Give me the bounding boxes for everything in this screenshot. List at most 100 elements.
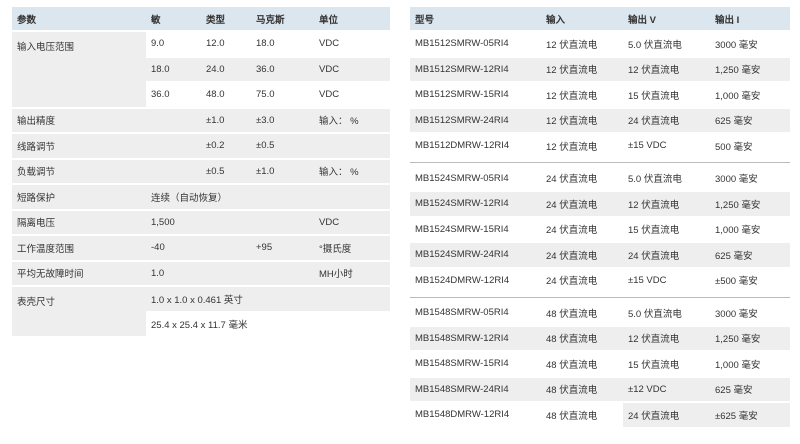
spec-value: 1.0 x 1.0 x 0.461 英寸 [146, 285, 390, 312]
model-number: MB1524SMRW-12RI4 [410, 190, 541, 217]
spec-unit: 输入： % [314, 157, 390, 184]
model-output-voltage: ±12 VDC [623, 375, 710, 402]
model-output-current: 1,000 毫安 [710, 81, 790, 108]
model-output-current: 500 毫安 [710, 132, 790, 159]
model-output-current: 1,250 毫安 [710, 324, 790, 351]
spec-min [146, 157, 201, 184]
group-divider [410, 292, 790, 300]
model-input: 48 伏直流电 [541, 375, 623, 402]
specs-header-parameter: 参数 [12, 7, 146, 31]
model-number: MB1524DMRW-12RI4 [410, 266, 541, 293]
model-row: MB1512DMRW-12RI4 12 伏直流电 ±15 VDC 500 毫安 [410, 132, 790, 159]
spec-min: -40 [146, 234, 201, 261]
model-input: 24 伏直流电 [541, 241, 623, 268]
spec-unit: MH小时 [314, 259, 390, 286]
spec-unit: VDC [314, 81, 390, 108]
model-row: MB1524SMRW-05RI4 24 伏直流电 5.0 伏直流电 3000 毫… [410, 164, 790, 191]
models-header-output-current: 输出 I [710, 7, 790, 31]
spec-max: ±0.5 [251, 132, 314, 159]
spec-row-isolation-voltage: 隔离电压 1,500 VDC [12, 208, 390, 235]
model-output-voltage: 12 伏直流电 [623, 190, 710, 217]
model-output-current: 625 毫安 [710, 241, 790, 268]
spec-value: 连续（自动恢复） [146, 183, 390, 210]
spec-max: 75.0 [251, 81, 314, 108]
model-row: MB1548SMRW-12RI4 48 伏直流电 12 伏直流电 1,250 毫… [410, 324, 790, 351]
spec-max: +95 [251, 234, 314, 261]
model-input: 12 伏直流电 [541, 81, 623, 108]
spec-min: 36.0 [146, 81, 201, 108]
spec-param: 表壳尺寸 [12, 285, 146, 336]
model-row: MB1548SMRW-24RI4 48 伏直流电 ±12 VDC 625 毫安 [410, 375, 790, 402]
model-row: MB1548SMRW-15RI4 48 伏直流电 15 伏直流电 1,000 毫… [410, 350, 790, 377]
model-row: MB1524SMRW-24RI4 24 伏直流电 24 伏直流电 625 毫安 [410, 241, 790, 268]
spec-row-mtbf: 平均无故障时间 1.0 MH小时 [12, 259, 390, 286]
spec-unit [314, 132, 390, 159]
model-input: 12 伏直流电 [541, 132, 623, 159]
model-number: MB1548SMRW-05RI4 [410, 299, 541, 326]
model-number: MB1524SMRW-05RI4 [410, 164, 541, 191]
model-input: 12 伏直流电 [541, 106, 623, 133]
spec-max: 36.0 [251, 55, 314, 82]
model-row: MB1524DMRW-12RI4 24 伏直流电 ±15 VDC ±500 毫安 [410, 266, 790, 293]
spec-row-operating-temperature: 工作温度范围 -40 +95 °摄氏度 [12, 234, 390, 261]
model-output-voltage: 5.0 伏直流电 [623, 299, 710, 326]
model-input: 48 伏直流电 [541, 350, 623, 377]
spec-unit: VDC [314, 55, 390, 82]
model-output-current: 3000 毫安 [710, 299, 790, 326]
models-header-input: 输入 [541, 7, 623, 31]
spec-unit: °摄氏度 [314, 234, 390, 261]
model-row: MB1512SMRW-12RI4 12 伏直流电 12 伏直流电 1,250 毫… [410, 55, 790, 82]
spec-row-case-size: 表壳尺寸 1.0 x 1.0 x 0.461 英寸 [12, 285, 390, 336]
spec-unit: VDC [314, 208, 390, 235]
models-table: 型号 输入 输出 V 输出 I MB1512SMRW-05RI4 12 伏直流电… [410, 7, 790, 427]
model-output-voltage: 5.0 伏直流电 [623, 164, 710, 191]
spec-typ: ±1.0 [201, 106, 251, 133]
model-output-voltage: ±15 VDC [623, 266, 710, 293]
model-output-voltage: 12 伏直流电 [623, 55, 710, 82]
specs-header-unit: 单位 [314, 7, 390, 31]
model-input: 48 伏直流电 [541, 324, 623, 351]
model-output-current: ±625 毫安 [710, 401, 790, 427]
model-number: MB1512DMRW-12RI4 [410, 132, 541, 159]
model-number: MB1524SMRW-24RI4 [410, 241, 541, 268]
model-row: MB1512SMRW-24RI4 12 伏直流电 24 伏直流电 625 毫安 [410, 106, 790, 133]
model-number: MB1548DMRW-12RI4 [410, 401, 541, 427]
spec-min [146, 132, 201, 159]
model-input: 24 伏直流电 [541, 266, 623, 293]
model-row: MB1512SMRW-05RI4 12 伏直流电 5.0 伏直流电 3000 毫… [410, 30, 790, 57]
spec-typ: 24.0 [201, 55, 251, 82]
spec-row-input-voltage: 输入电压范围 9.0 12.0 18.0 VDC [12, 30, 390, 108]
spec-typ [201, 234, 251, 261]
spec-unit: VDC [314, 30, 390, 57]
spec-max [251, 208, 314, 235]
spec-max: ±1.0 [251, 157, 314, 184]
spec-row-load-regulation: 负载调节 ±0.5 ±1.0 输入： % [12, 157, 390, 184]
spec-max [251, 259, 314, 286]
model-output-voltage: 15 伏直流电 [623, 215, 710, 242]
model-number: MB1548SMRW-15RI4 [410, 350, 541, 377]
model-number: MB1548SMRW-24RI4 [410, 375, 541, 402]
model-row: MB1548DMRW-12RI4 48 伏直流电 24 伏直流电 ±625 毫安 [410, 401, 790, 427]
model-output-current: 625 毫安 [710, 375, 790, 402]
spec-value: 25.4 x 25.4 x 11.7 毫米 [146, 310, 390, 336]
model-output-current: 625 毫安 [710, 106, 790, 133]
spec-typ [201, 259, 251, 286]
specs-header-max: 马克斯 [251, 7, 314, 31]
specs-header-min: 敏 [146, 7, 201, 31]
spec-min [146, 106, 201, 133]
spec-param: 输入电压范围 [12, 30, 146, 108]
spec-typ: 48.0 [201, 81, 251, 108]
spec-min: 1.0 [146, 259, 201, 286]
spec-param: 短路保护 [12, 183, 146, 210]
spec-unit: 输入： % [314, 106, 390, 133]
spec-param: 工作温度范围 [12, 234, 146, 261]
model-output-current: 1,000 毫安 [710, 350, 790, 377]
model-output-voltage: 24 伏直流电 [623, 401, 710, 427]
spec-max: ±3.0 [251, 106, 314, 133]
spec-row-short-circuit: 短路保护 连续（自动恢复） [12, 183, 390, 210]
models-header-row: 型号 输入 输出 V 输出 I [410, 7, 790, 31]
model-number: MB1512SMRW-15RI4 [410, 81, 541, 108]
spec-param: 隔离电压 [12, 208, 146, 235]
model-row: MB1512SMRW-15RI4 12 伏直流电 15 伏直流电 1,000 毫… [410, 81, 790, 108]
model-output-voltage: 24 伏直流电 [623, 241, 710, 268]
